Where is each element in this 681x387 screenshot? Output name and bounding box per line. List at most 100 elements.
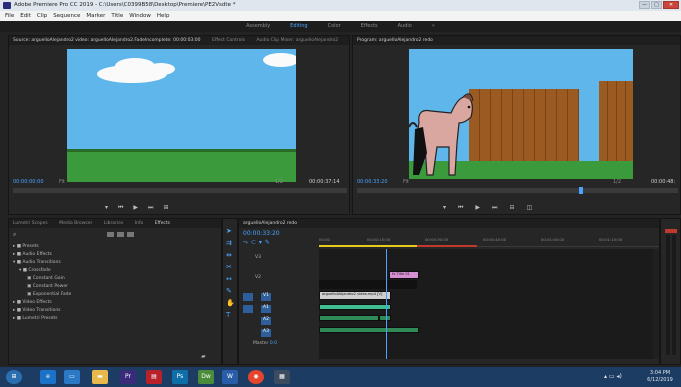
timeline-vertical-scrollbar[interactable] [653,249,659,359]
clock[interactable]: 3:04 PM 6/12/2019 [642,370,678,384]
ripple-edit-icon[interactable]: ⇹ [226,249,235,261]
play-icon[interactable]: ▶ [475,204,480,212]
media-app-icon[interactable]: ▦ [274,370,290,384]
razor-tool-icon[interactable]: ✂ [226,261,235,273]
program-scrub-bar[interactable] [357,187,678,194]
32bit-filter-icon[interactable] [117,232,124,237]
tab-source[interactable]: Source: arguelloAlejandro2 video: arguel… [13,38,201,43]
tree-item[interactable]: ▸ ■ Lumetri Presets [13,315,213,323]
track-header-v1[interactable]: V1 [261,293,271,301]
export-frame-icon[interactable]: ◫ [526,204,532,212]
hand-tool-icon[interactable]: ✋ [226,297,235,309]
source-fit-select[interactable]: Fit [59,179,65,185]
track-header-a1[interactable]: A1 [261,305,271,313]
pen-tool-icon[interactable]: ✎ [226,285,235,297]
menu-clip[interactable]: Clip [37,11,47,21]
tab-media-browser[interactable]: Media Browser [59,221,92,226]
menu-edit[interactable]: Edit [20,11,31,21]
dreamweaver-icon[interactable]: Dw [198,370,214,384]
mark-in-icon[interactable]: ▾ [443,204,446,212]
work-area-bar[interactable] [319,245,417,247]
folder-icon[interactable]: ▬ [92,370,108,384]
tree-item[interactable]: ▣ Constant Gain [13,275,213,283]
chrome-icon[interactable]: ◉ [248,370,264,384]
close-button[interactable]: ✕ [663,1,679,9]
maximize-button[interactable]: □ [651,1,662,9]
premiere-taskbar-icon[interactable]: Pr [120,370,136,384]
yuv-filter-icon[interactable] [127,232,134,237]
menu-title[interactable]: Title [111,11,123,21]
program-playhead[interactable] [579,187,583,194]
audio-clip-a1-b[interactable] [379,315,391,321]
menu-marker[interactable]: Marker [86,11,105,21]
timeline-timecode[interactable]: 00:00:33:20 [243,230,280,237]
track-header-a3[interactable]: A3 [261,329,271,337]
master-track-header[interactable]: Master 0.0 [253,341,277,346]
program-timecode[interactable]: 00:00:33:20 [357,179,388,185]
tab-sequence[interactable]: arguelloAlejandro2 redo [243,221,297,226]
menu-sequence[interactable]: Sequence [53,11,80,21]
audio-clip-a2[interactable] [319,327,419,333]
track-select-icon[interactable]: ⇉ [226,237,235,249]
tab-lumetri-scopes[interactable]: Lumetri Scopes [13,221,48,226]
slip-tool-icon[interactable]: ↔ [226,273,235,285]
step-back-icon[interactable]: ⏮ [118,204,123,212]
workspace-color[interactable]: Color [328,21,341,32]
track-header-a2[interactable]: A2 [261,317,271,325]
accelerated-filter-icon[interactable] [107,232,114,237]
tree-item[interactable]: ▸ ■ Video Effects [13,299,213,307]
step-forward-icon[interactable]: ⏭ [148,204,153,212]
type-tool-icon[interactable]: T [226,309,235,321]
workspace-more-button[interactable]: » [432,21,435,32]
word-icon[interactable]: W [222,370,238,384]
selection-tool-icon[interactable]: ➤ [226,225,235,237]
tree-item[interactable]: ▸ ■ Audio Effects [13,251,213,259]
tab-audio-clip-mixer[interactable]: Audio Clip Mixer: arguelloAlejandro2 [256,38,338,43]
search-icon[interactable]: ⌕ [13,231,21,239]
insert-icon[interactable]: ⊞ [163,204,168,212]
snap-icon[interactable]: ⤳ [243,239,251,246]
timeline-ruler[interactable]: 00:00 00:00:15:00 00:00:30:00 00:00:45:0… [319,231,659,247]
wrench-icon[interactable]: ✎ [265,239,273,246]
tree-item[interactable]: ▾ ■ Audio Transitions [13,259,213,267]
tab-info[interactable]: Info [135,221,144,226]
workspace-editing[interactable]: Editing [290,21,307,32]
step-forward-icon[interactable]: ⏭ [492,204,497,212]
source-resolution-select[interactable]: 1/2 [275,179,283,185]
photoshop-icon[interactable]: Ps [172,370,188,384]
system-tray-icons[interactable]: ▴ ▭ ◂) [604,373,622,380]
lift-icon[interactable]: ⊟ [509,204,514,212]
start-button[interactable]: ⊞ [6,370,22,384]
tab-effect-controls[interactable]: Effect Controls [212,38,245,43]
video-clip[interactable]: arguelloAlejandro2 video.mp4 [V] [319,291,391,300]
audio-clip-a1[interactable] [319,315,379,321]
source-patch-a1[interactable] [243,305,253,313]
menu-file[interactable]: File [5,11,14,21]
tree-item[interactable]: ▣ Constant Power [13,283,213,291]
minimize-button[interactable]: — [639,1,650,9]
program-resolution-select[interactable]: 1/2 [613,179,621,185]
workspace-effects[interactable]: Effects [361,21,378,32]
tree-item[interactable]: ▸ ■ Video Transitions [13,307,213,315]
menu-window[interactable]: Window [129,11,151,21]
step-back-icon[interactable]: ⏮ [458,204,463,212]
source-timecode[interactable]: 00:00:00:00 [13,179,44,185]
file-explorer-icon[interactable]: ▭ [64,370,80,384]
tree-item[interactable]: ▾ ■ Crossfade [13,267,213,275]
workspace-audio[interactable]: Audio [398,21,412,32]
tab-program[interactable]: Program: arguelloAlejandro2 redo [357,38,433,43]
title-clip[interactable]: fx Title 01 [389,271,419,279]
source-patch-v1[interactable] [243,293,253,301]
track-header-v3[interactable]: V3 [255,255,261,260]
tab-libraries[interactable]: Libraries [104,221,123,226]
tab-effects[interactable]: Effects [155,221,170,226]
tree-item[interactable]: ▸ ■ Presets [13,243,213,251]
internet-explorer-icon[interactable]: e [40,370,56,384]
workspace-assembly[interactable]: Assembly [246,21,270,32]
black-video-clip[interactable] [319,280,417,289]
play-icon[interactable]: ▶ [133,204,138,212]
timeline-tracks-area[interactable]: fx Title 01 arguelloAlejandro2 video.mp4… [319,249,659,359]
source-scrub-bar[interactable] [13,188,347,193]
acrobat-icon[interactable]: ▤ [146,370,162,384]
program-fit-select[interactable]: Fit [403,179,409,185]
